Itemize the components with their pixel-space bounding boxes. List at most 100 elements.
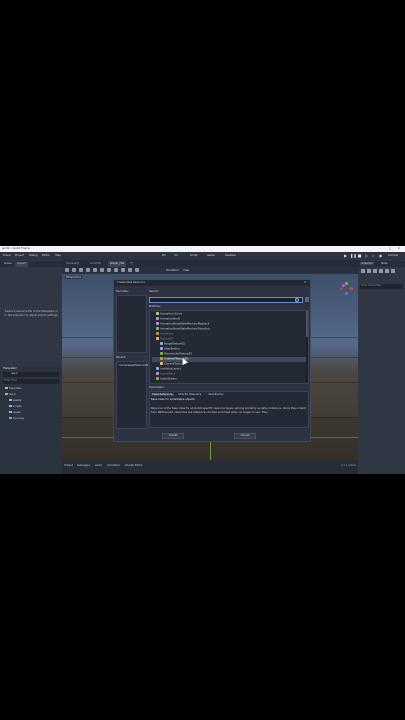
tab-scene[interactable]: Scene — [2, 262, 14, 267]
recent-item[interactable]: CompressedTexture2D — [119, 364, 148, 367]
filter-files-input[interactable]: Filter Files — [3, 379, 59, 384]
bottom-tab-audio[interactable]: Audio — [95, 464, 102, 467]
favorites-list[interactable] — [116, 295, 147, 353]
group-icon[interactable] — [107, 268, 111, 272]
class-type-icon — [160, 362, 163, 365]
more-icon[interactable] — [135, 268, 139, 272]
scene-tabs: [unsaved] world3D player_cha (*) — [62, 260, 358, 267]
favorites-label: Favorites: — [116, 290, 129, 293]
search-label: Search: — [149, 290, 159, 293]
tab-import[interactable]: Import — [15, 262, 28, 267]
search-input[interactable] — [149, 297, 303, 303]
class-type-icon — [160, 342, 163, 345]
perspective-button[interactable]: Perspective — [65, 276, 83, 280]
renderer-select[interactable]: Compat — [388, 254, 398, 257]
viewport-toolbar: Transform View Perspective — [62, 267, 358, 280]
tree-assets[interactable]: assets — [9, 399, 21, 402]
class-type-icon — [156, 317, 159, 320]
class-type-icon — [156, 312, 159, 315]
matches-tree[interactable]: AnimationLibrary AnimationNode AnimationNo… — [149, 310, 309, 384]
path-field[interactable]: res:// — [3, 372, 59, 377]
bottom-tab-output[interactable]: Output — [64, 464, 73, 467]
dialog-titlebar[interactable]: Create New Resource ✕ — [114, 280, 310, 286]
snap-icon[interactable] — [114, 268, 118, 272]
history-forward-icon[interactable] — [385, 269, 389, 273]
matches-scrollbar[interactable] — [306, 311, 308, 383]
movie-icon[interactable]: ◉ — [378, 253, 383, 258]
pause-icon[interactable]: ❚❚ — [350, 253, 357, 258]
tree-label: res:// — [9, 393, 16, 396]
open-icon[interactable] — [367, 269, 371, 273]
menu-debug[interactable]: Debug — [29, 254, 38, 257]
filter-properties-input[interactable]: Filter Properties — [360, 284, 403, 289]
scrollbar-thumb[interactable] — [306, 311, 308, 337]
tree-icon-file[interactable]: icon.svg — [9, 417, 24, 420]
desc-tab-class-reference[interactable]: Class Reference — [151, 393, 174, 397]
rotate-tool-icon[interactable] — [79, 268, 83, 272]
menu-editor[interactable]: Editor — [42, 254, 50, 257]
recent-list[interactable]: CompressedTexture2D — [116, 361, 148, 429]
create-button[interactable]: Create — [162, 433, 184, 439]
gizmo-y-icon[interactable] — [345, 282, 348, 285]
workspace-game[interactable]: Game — [207, 254, 215, 257]
desc-tab-inherits[interactable]: Inherits: Resource — [178, 393, 201, 396]
bottom-tab-shader-editor[interactable]: Shader Editor — [125, 464, 143, 467]
desc-tab-inherited-by[interactable]: Inherited by — [208, 393, 224, 396]
minimize-icon[interactable]: – — [380, 247, 381, 250]
workspace-2d[interactable]: 2D — [162, 254, 166, 257]
maximize-icon[interactable]: □ — [389, 247, 391, 250]
play-custom-icon[interactable]: ▹ — [371, 253, 376, 258]
sun-icon[interactable] — [121, 268, 125, 272]
tree-scripts[interactable]: scripts — [9, 405, 22, 408]
cancel-button[interactable]: Cancel — [234, 433, 256, 439]
dialog-close-icon[interactable]: ✕ — [304, 281, 306, 284]
gizmo-x-icon[interactable] — [350, 287, 353, 290]
view-gizmo[interactable] — [340, 282, 353, 295]
tree-res-root[interactable]: res:// — [5, 393, 16, 396]
description-panel: Class Reference Inherits: Resource Inher… — [149, 391, 309, 428]
stop-icon[interactable]: ■ — [357, 253, 362, 258]
menu-scene[interactable]: Scene — [3, 254, 11, 257]
history-back-icon[interactable] — [379, 269, 383, 273]
gizmo-misc-icon[interactable] — [342, 284, 345, 287]
history-icon[interactable] — [391, 269, 395, 273]
class-type-icon — [160, 347, 163, 350]
tree-levels[interactable]: levels — [9, 411, 21, 414]
class-type-icon — [156, 322, 159, 325]
workspace-assetlib[interactable]: AssetLib — [225, 254, 236, 257]
move-tool-icon[interactable] — [72, 268, 76, 272]
tree-label: Favorites: — [9, 387, 22, 390]
gizmo-z-icon[interactable] — [345, 292, 348, 295]
class-type-icon — [156, 337, 159, 340]
play-scene-icon[interactable]: ▷ — [364, 253, 369, 258]
view-menu[interactable]: View — [183, 269, 189, 272]
new-resource-icon[interactable] — [361, 269, 365, 273]
menu-project[interactable]: Project — [15, 254, 24, 257]
lock-icon[interactable] — [100, 268, 104, 272]
filter-files-placeholder: Filter Files — [4, 379, 17, 382]
menu-help[interactable]: Help — [55, 254, 61, 257]
workspace-script[interactable]: Script — [190, 254, 198, 257]
brief-description: Base class for serializable objects. — [151, 398, 196, 401]
cancel-button-label: Cancel — [240, 434, 250, 437]
workspace-3d[interactable]: 3D — [174, 254, 178, 257]
tab-node[interactable]: Node — [381, 262, 388, 265]
create-resource-dialog: Create New Resource ✕ Favorites: Recent:… — [113, 279, 311, 442]
save-icon[interactable] — [373, 269, 377, 273]
favorite-star-icon[interactable] — [305, 297, 309, 302]
tab-inspector[interactable]: Inspector — [360, 262, 375, 266]
list-tool-icon[interactable] — [93, 268, 97, 272]
star-icon — [5, 387, 8, 389]
tree-favorites[interactable]: Favorites: — [5, 387, 22, 390]
play-icon[interactable]: ▶ — [343, 253, 348, 258]
class-row[interactable]: AudioStream — [152, 377, 306, 382]
select-tool-icon[interactable] — [65, 268, 69, 272]
gizmo-neg-x-icon[interactable] — [340, 287, 343, 290]
bottom-tab-debugger[interactable]: Debugger — [77, 464, 90, 467]
class-type-icon — [160, 357, 163, 360]
transform-menu[interactable]: Transform — [166, 269, 179, 272]
bottom-tab-animation[interactable]: Animation — [107, 464, 120, 467]
close-icon[interactable]: ✕ — [398, 247, 400, 250]
scale-tool-icon[interactable] — [86, 268, 90, 272]
environment-icon[interactable] — [128, 268, 132, 272]
